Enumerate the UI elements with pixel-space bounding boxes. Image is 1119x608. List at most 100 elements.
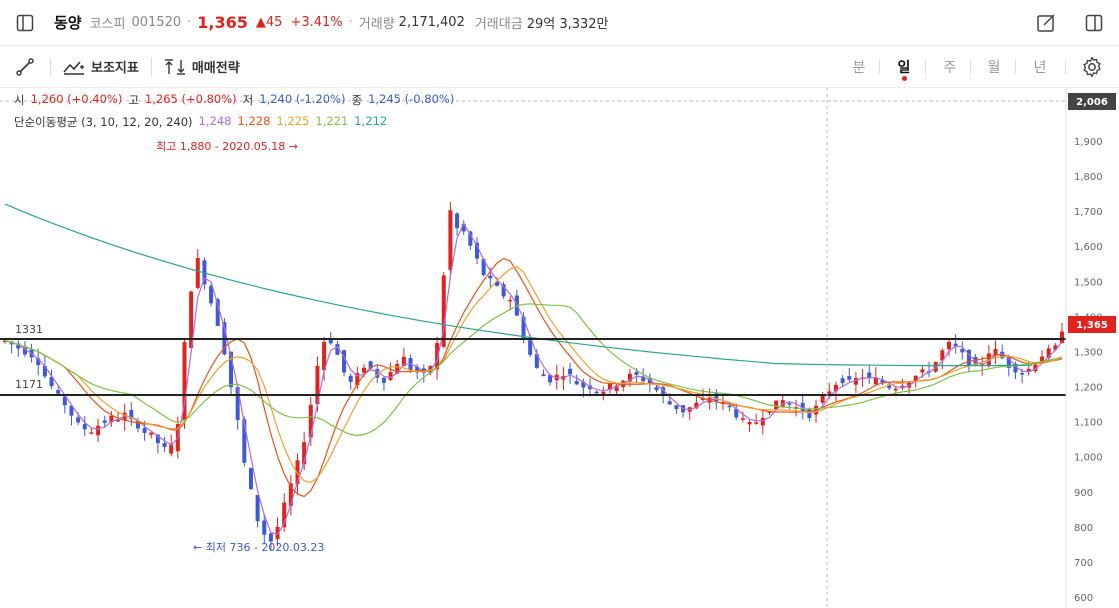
settings-gear-icon[interactable] [1079,54,1105,80]
indicator-chart-icon [63,59,85,75]
strategy-button[interactable]: 매매전략 [164,57,240,76]
candle-body [594,391,599,394]
y-tick-label: 1,200 [1074,383,1103,394]
candle-body [920,369,925,373]
candle-body [667,401,672,405]
low-value: 1,240 (-1.20%) [259,92,346,106]
ma10-value: 1,228 [237,114,271,128]
open-label: 시 [14,93,25,107]
ma3-value: 1,248 [198,114,232,128]
ma-line [4,257,1063,498]
high-label: 고 [128,93,139,107]
candle-body [162,443,167,448]
period-day[interactable]: 일 [891,46,917,88]
stock-name: 동양 [54,14,82,32]
ma12-value: 1,225 [276,114,310,128]
candle-body [488,275,493,279]
y-tick-label: 1,500 [1074,277,1103,288]
candle-body [56,390,61,394]
candle-body [727,405,732,408]
candle-body [760,418,765,426]
candle-body [960,349,965,353]
low-annotation: ← 최저 736 - 2020.03.23 [193,541,324,554]
active-period-indicator [902,76,907,81]
y-tick-label: 1,000 [1074,453,1103,464]
y-tick-label: 1,600 [1074,242,1103,253]
close-label: 종 [351,93,363,107]
y-tick-label: 700 [1074,558,1093,569]
volume-label: 거래량 [358,17,395,32]
candle-body [169,444,174,454]
ma-label: 단순이동평균 (3, 10, 12, 20, 240) [14,115,193,129]
candle-body [142,428,147,433]
y-tick-label: 1,300 [1074,347,1103,358]
candle-body [1020,372,1025,375]
close-value: 1,245 (-0.80%) [368,92,455,106]
period-year[interactable]: 년 [1027,46,1053,88]
y-tick-label: 1,900 [1074,137,1103,148]
price-change: ▲45 [255,15,283,30]
candle-body [361,367,366,373]
candle-body [893,388,898,391]
candle-body [89,432,94,434]
candle-body [82,424,87,430]
candle-body [754,422,759,424]
candle-body [807,408,812,419]
amount-label: 거래대금 [474,17,523,32]
candle-body [674,405,679,410]
amount-value: 29억 3,332만 [526,17,609,32]
candle-body [348,375,353,382]
indicators-label: 보조지표 [91,61,139,76]
period-week[interactable]: 주 [937,46,963,88]
ma20-value: 1,221 [315,114,349,128]
crosshair-price-text: 2,006 [1076,97,1108,108]
candle-body [248,468,253,490]
resistance-label: 1331 [15,323,43,336]
candle-body [342,350,347,373]
indicators-button[interactable]: 보조지표 [63,57,139,76]
high-value: 1,265 (+0.80%) [144,92,237,106]
support-label: 1171 [15,378,43,391]
y-tick-label: 900 [1074,488,1093,499]
candle-body [528,340,533,355]
price-chart[interactable]: 1331 1171 최고 1,880 - 2020.05.18 → ← 최저 7… [0,88,1119,608]
candle-body [853,378,858,385]
current-price: 1,365 [197,13,248,32]
candle-body [568,368,573,375]
ma-line [4,303,1063,437]
market-label: 코스피 [89,17,126,32]
candle-body [308,404,313,438]
period-minute[interactable]: 분 [846,46,872,88]
chart-app: 동양 코스피 001520 · 1,365 ▲45 +3.41% · 거래량 2… [0,0,1119,608]
low-label: 저 [242,93,254,107]
ma240-value: 1,212 [354,114,388,128]
stock-code: 001520 [131,15,182,30]
candle-body [262,520,267,535]
candle-body [574,381,579,385]
volume-value: 2,171,402 [398,15,465,30]
candle-body [508,299,513,302]
ma-line [4,266,1063,484]
price-change-pct: +3.41% [290,15,343,30]
strategy-label: 매매전략 [191,61,240,76]
ohlc-legend: 시 1,260 (+0.40%) 고 1,265 (+0.80%) 저 1,24… [14,92,454,108]
panel-toggle-icon[interactable] [1081,10,1107,36]
sidebar-toggle-icon[interactable] [12,10,38,36]
y-tick-label: 1,800 [1074,172,1103,183]
candle-body [654,387,659,391]
candle-body [867,372,872,378]
edit-icon[interactable] [1033,10,1059,36]
draw-line-icon[interactable] [12,54,38,80]
period-month[interactable]: 월 [981,46,1007,88]
ma-line [4,203,1033,367]
candle-body [1060,331,1064,343]
buy-sell-icon [164,58,186,76]
candle-body [448,210,453,270]
last-price-text: 1,365 [1076,320,1108,331]
y-tick-label: 1,700 [1074,207,1103,218]
header-bar: 동양 코스피 001520 · 1,365 ▲45 +3.41% · 거래량 2… [0,0,1119,46]
candle-body [740,418,745,420]
candle-body [541,374,546,377]
candle-body [634,371,639,375]
candle-body [76,417,81,423]
